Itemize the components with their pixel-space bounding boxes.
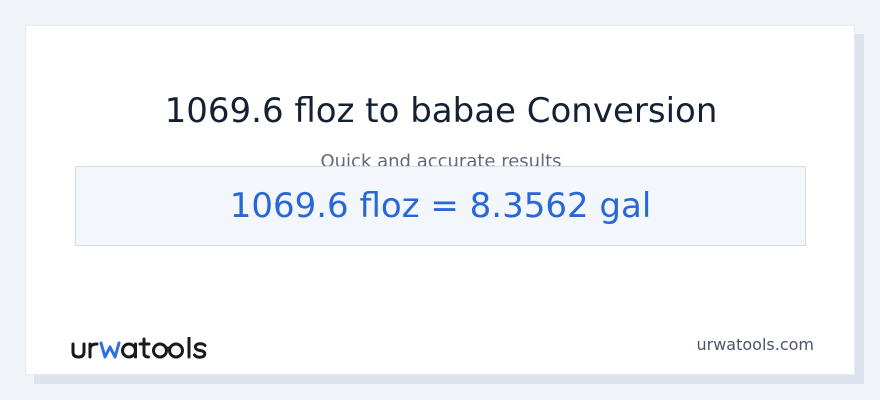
urwatools-logo-icon	[71, 337, 207, 359]
page-title: 1069.6 floz to babae Conversion	[164, 91, 718, 131]
conversion-result: 1069.6 floz = 8.3562 gal	[229, 186, 652, 226]
conversion-card: 1069.6 floz to babae Conversion Quick an…	[25, 25, 855, 375]
urwatools-logo: urwatools	[71, 337, 207, 359]
result-box: 1069.6 floz = 8.3562 gal	[75, 166, 806, 246]
site-domain: urwatools.com	[696, 335, 815, 354]
